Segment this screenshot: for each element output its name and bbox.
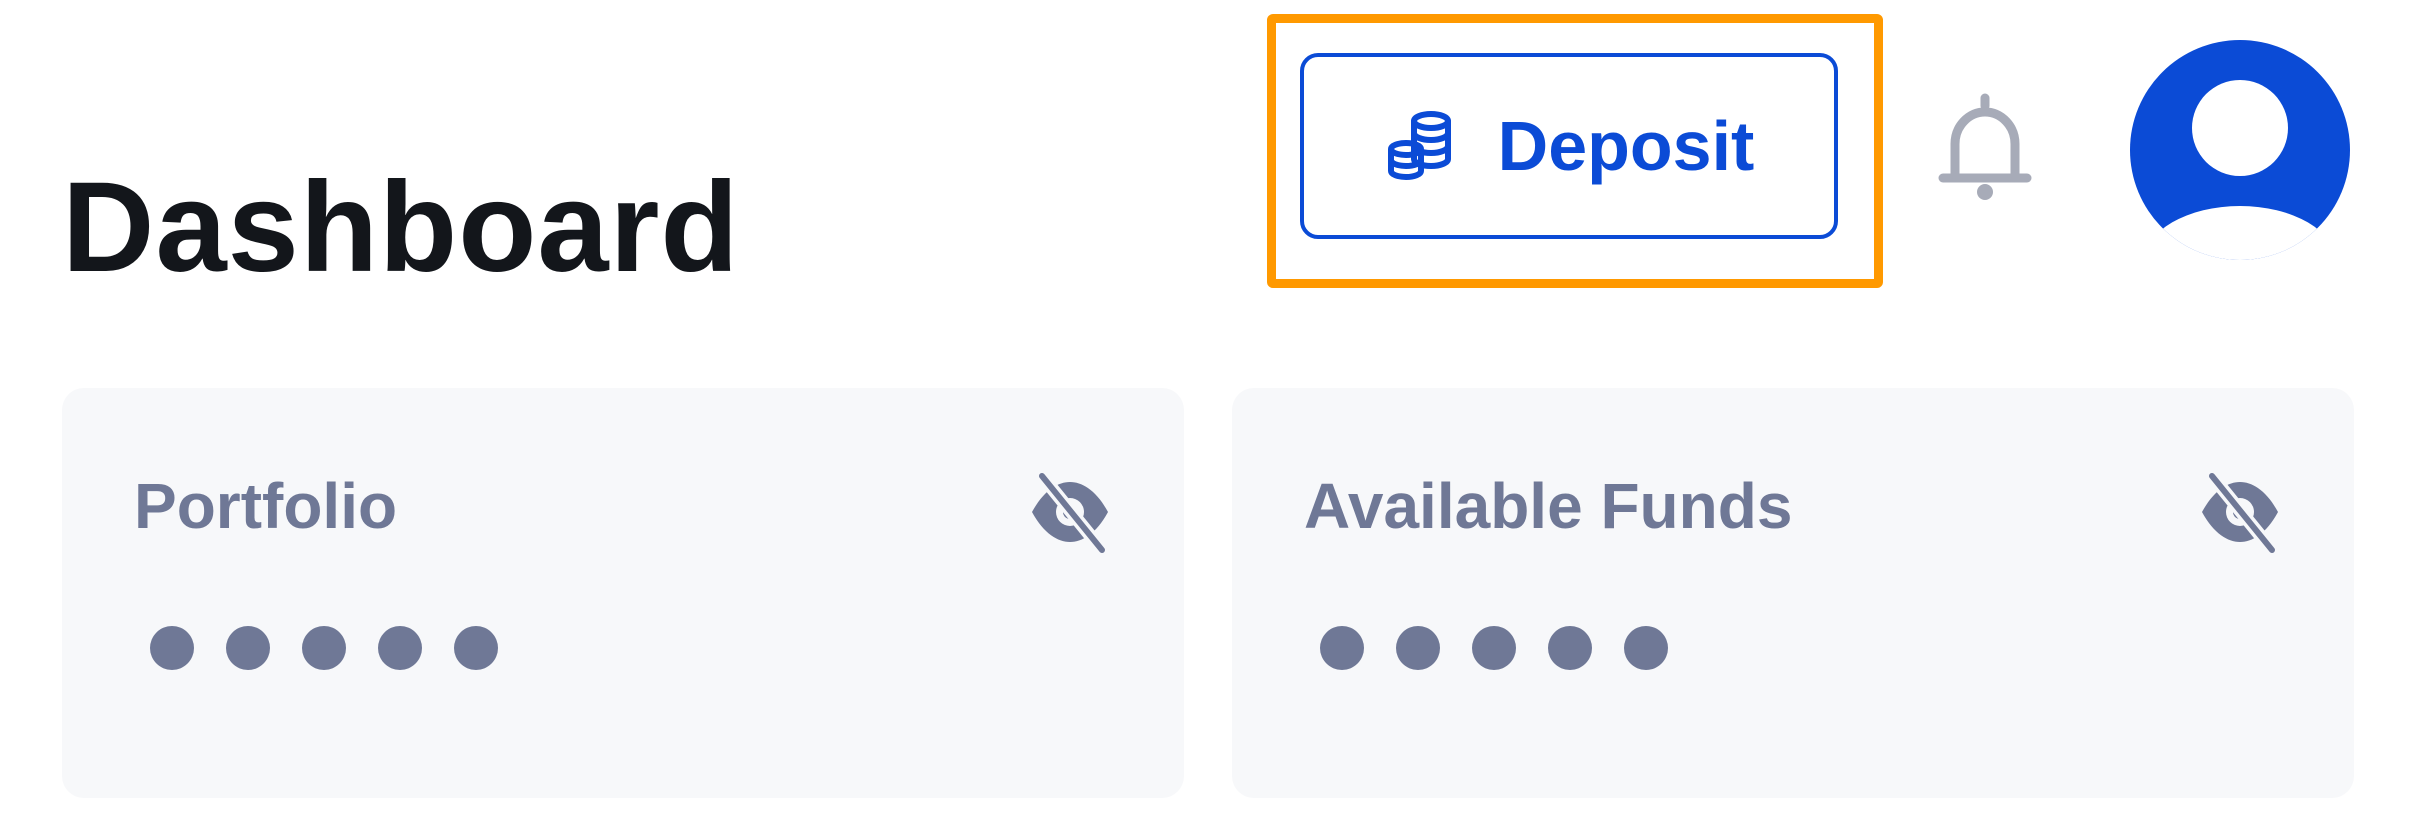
eye-off-icon[interactable] [2198, 469, 2282, 557]
masked-value-text: ••••• [1320, 626, 1321, 627]
avatar[interactable] [2130, 40, 2350, 260]
mask-dot [226, 626, 270, 670]
portfolio-card: Portfolio ••••• [62, 388, 1184, 798]
deposit-label: Deposit [1497, 107, 1755, 185]
available-funds-card: Available Funds ••••• [1232, 388, 2354, 798]
mask-dot [378, 626, 422, 670]
mask-dot [1472, 626, 1516, 670]
masked-value: ••••• [150, 626, 498, 670]
mask-dot [1320, 626, 1364, 670]
mask-dot [150, 626, 194, 670]
mask-dot [1548, 626, 1592, 670]
masked-value-text: ••••• [150, 626, 151, 627]
mask-dot [1624, 626, 1668, 670]
card-label: Portfolio [134, 470, 398, 542]
mask-dot [1396, 626, 1440, 670]
dashboard-page: Dashboard Deposit Portfolio Available Fu… [0, 0, 2411, 826]
deposit-button[interactable]: Deposit [1300, 53, 1838, 239]
eye-off-icon[interactable] [1028, 469, 1112, 557]
coins-icon [1384, 109, 1458, 183]
bell-icon[interactable] [1935, 88, 2035, 208]
page-title: Dashboard [62, 155, 740, 299]
masked-value: ••••• [1320, 626, 1668, 670]
user-avatar-icon [2144, 80, 2336, 260]
card-label: Available Funds [1304, 470, 1793, 542]
mask-dot [454, 626, 498, 670]
mask-dot [302, 626, 346, 670]
